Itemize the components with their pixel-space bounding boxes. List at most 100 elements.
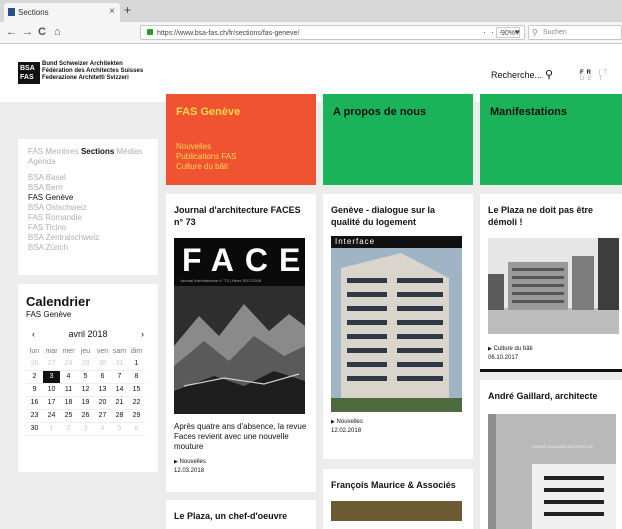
tab-close-icon[interactable]: × bbox=[109, 6, 115, 17]
calendar-day[interactable]: 12 bbox=[77, 383, 94, 397]
calendar-widget: Calendrier FAS Genève ‹ avril 2018 › lun… bbox=[18, 284, 158, 472]
calendar-day[interactable]: 5 bbox=[77, 370, 94, 384]
calendar-day[interactable]: 28 bbox=[60, 357, 77, 371]
calendar-day[interactable]: 28 bbox=[111, 409, 128, 423]
back-icon[interactable]: ← bbox=[6, 26, 17, 38]
calendar-day[interactable]: 30 bbox=[26, 422, 43, 436]
calendar-day[interactable]: 8 bbox=[128, 370, 145, 384]
calendar-day-today[interactable]: 3 bbox=[43, 370, 60, 384]
section-item[interactable]: BSA Bern bbox=[28, 183, 148, 193]
reload-icon[interactable]: C bbox=[38, 26, 46, 38]
card-category[interactable]: Nouvelles bbox=[180, 459, 206, 465]
nav-fas[interactable]: FAS bbox=[28, 147, 43, 156]
nav-medias[interactable]: Médias bbox=[117, 147, 143, 156]
banner-fas-geneve[interactable]: FAS Genève Nouvelles Publications FAS Cu… bbox=[166, 94, 316, 185]
arrow-right-icon: ▶ bbox=[174, 459, 178, 465]
section-item[interactable]: BSA Basel bbox=[28, 173, 148, 183]
calendar-month-label: avril 2018 bbox=[68, 329, 108, 339]
nav-sections[interactable]: Sections bbox=[81, 147, 114, 156]
calendar-day[interactable]: 16 bbox=[26, 396, 43, 410]
calendar-day[interactable]: 22 bbox=[128, 396, 145, 410]
calendar-day[interactable]: 7 bbox=[111, 370, 128, 384]
mountain-photo bbox=[174, 286, 305, 414]
magnifier-icon: ⚲ bbox=[545, 69, 554, 81]
weekday-header: dim bbox=[130, 347, 143, 355]
calendar-day[interactable]: 20 bbox=[94, 396, 111, 410]
calendar-day[interactable]: 17 bbox=[43, 396, 60, 410]
section-item[interactable]: BSA Ostschweiz bbox=[28, 203, 148, 213]
calendar-week: 2345678 bbox=[26, 370, 145, 384]
calendar-day[interactable]: 13 bbox=[94, 383, 111, 397]
calendar-day[interactable]: 1 bbox=[128, 357, 145, 371]
calendar-day[interactable]: 26 bbox=[77, 409, 94, 423]
lang-de[interactable]: DE bbox=[580, 76, 594, 82]
banner-link-nouvelles[interactable]: Nouvelles bbox=[176, 142, 306, 152]
card-plaza[interactable]: Le Plaza ne doit pas être démoli ! ▶ Cul… bbox=[480, 194, 622, 372]
search-icon: ⚲ bbox=[532, 28, 538, 37]
calendar-day[interactable]: 29 bbox=[128, 409, 145, 423]
card-category[interactable]: Nouvelles bbox=[337, 419, 363, 425]
weekday-header: mar bbox=[45, 347, 58, 355]
section-item[interactable]: BSA Zürich bbox=[28, 243, 148, 253]
calendar-day[interactable]: 27 bbox=[43, 357, 60, 371]
calendar-day[interactable]: 5 bbox=[111, 422, 128, 436]
nav-membres[interactable]: Membres bbox=[45, 147, 78, 156]
nav-agenda[interactable]: Agenda bbox=[28, 157, 148, 167]
calendar-day[interactable]: 30 bbox=[94, 357, 111, 371]
address-bar[interactable]: https://www.bsa-fas.ch/fr/sections/fas-g… bbox=[140, 25, 525, 40]
banner-link-publications[interactable]: Publications FAS bbox=[176, 152, 306, 162]
card-faces[interactable]: Journal d'architecture FACES n° 73 FACES… bbox=[166, 194, 316, 492]
calendar-day[interactable]: 10 bbox=[43, 383, 60, 397]
calendar-day[interactable]: 18 bbox=[60, 396, 77, 410]
calendar-day[interactable]: 2 bbox=[26, 370, 43, 384]
calendar-day[interactable]: 11 bbox=[60, 383, 77, 397]
calendar-day[interactable]: 19 bbox=[77, 396, 94, 410]
card-francois-maurice[interactable]: François Maurice & Associés bbox=[323, 469, 473, 529]
section-item[interactable]: FAS Ticino bbox=[28, 223, 148, 233]
calendar-day[interactable]: 29 bbox=[77, 357, 94, 371]
calendar-day[interactable]: 6 bbox=[94, 370, 111, 384]
calendar-day[interactable]: 15 bbox=[128, 383, 145, 397]
calendar-day[interactable]: 4 bbox=[60, 370, 77, 384]
browser-search-input[interactable]: ⚲ Suchen bbox=[528, 25, 622, 40]
calendar-day[interactable]: 23 bbox=[26, 409, 43, 423]
card-title: Genève - dialogue sur la qualité du loge… bbox=[331, 205, 436, 227]
calendar-day[interactable]: 14 bbox=[111, 383, 128, 397]
card-andre-gaillard[interactable]: André Gaillard, architecte ANDRÉ GAILLAR… bbox=[480, 380, 622, 529]
forward-icon[interactable]: → bbox=[22, 26, 33, 38]
new-tab-button[interactable]: + bbox=[124, 3, 131, 17]
card-geneve-dialogue[interactable]: Genève - dialogue sur la qualité du loge… bbox=[323, 194, 473, 459]
faces-cover-title: FACES bbox=[182, 242, 305, 278]
calendar-day[interactable]: 25 bbox=[60, 409, 77, 423]
calendar-day[interactable]: 26 bbox=[26, 357, 43, 371]
next-month-icon[interactable]: › bbox=[141, 329, 144, 339]
banner-link-culture[interactable]: Culture du bâti bbox=[176, 162, 306, 172]
browser-tab[interactable]: Sections × bbox=[4, 3, 120, 22]
plaza-photo bbox=[488, 238, 619, 334]
logo-text[interactable]: Bund Schweizer Architekten Fédération de… bbox=[42, 61, 143, 82]
section-item[interactable]: FAS Romandie bbox=[28, 213, 148, 223]
logo-line-it: Federazione Architetti Svizzeri bbox=[42, 75, 129, 81]
calendar-day[interactable]: 27 bbox=[94, 409, 111, 423]
calendar-day[interactable]: 24 bbox=[43, 409, 60, 423]
section-item-active[interactable]: FAS Genève bbox=[28, 193, 148, 203]
site-search-button[interactable]: Recherche... ⚲ bbox=[491, 68, 553, 81]
calendar-day[interactable]: 31 bbox=[111, 357, 128, 371]
calendar-day[interactable]: 21 bbox=[111, 396, 128, 410]
calendar-day[interactable]: 2 bbox=[60, 422, 77, 436]
banner-manifestations[interactable]: Manifestations bbox=[480, 94, 622, 185]
calendar-day[interactable]: 3 bbox=[77, 422, 94, 436]
banner-a-propos[interactable]: A propos de nous bbox=[323, 94, 473, 185]
calendar-subtitle: FAS Genève bbox=[26, 310, 72, 319]
home-icon[interactable]: ⌂ bbox=[54, 26, 61, 38]
card-plaza-chef-doeuvre[interactable]: Le Plaza, un chef-d'oeuvre bbox=[166, 500, 316, 529]
calendar-day[interactable]: 1 bbox=[43, 422, 60, 436]
section-item[interactable]: BSA Zentralschweiz bbox=[28, 233, 148, 243]
lang-more[interactable]: T bbox=[599, 76, 606, 82]
calendar-day[interactable]: 4 bbox=[94, 422, 111, 436]
calendar-day[interactable]: 9 bbox=[26, 383, 43, 397]
card-category[interactable]: Culture du bâti bbox=[494, 346, 533, 352]
calendar-day[interactable]: 6 bbox=[128, 422, 145, 436]
bsa-fas-logo[interactable]: BSA FAS bbox=[18, 62, 40, 84]
banner-links: Nouvelles Publications FAS Culture du bâ… bbox=[176, 142, 306, 172]
